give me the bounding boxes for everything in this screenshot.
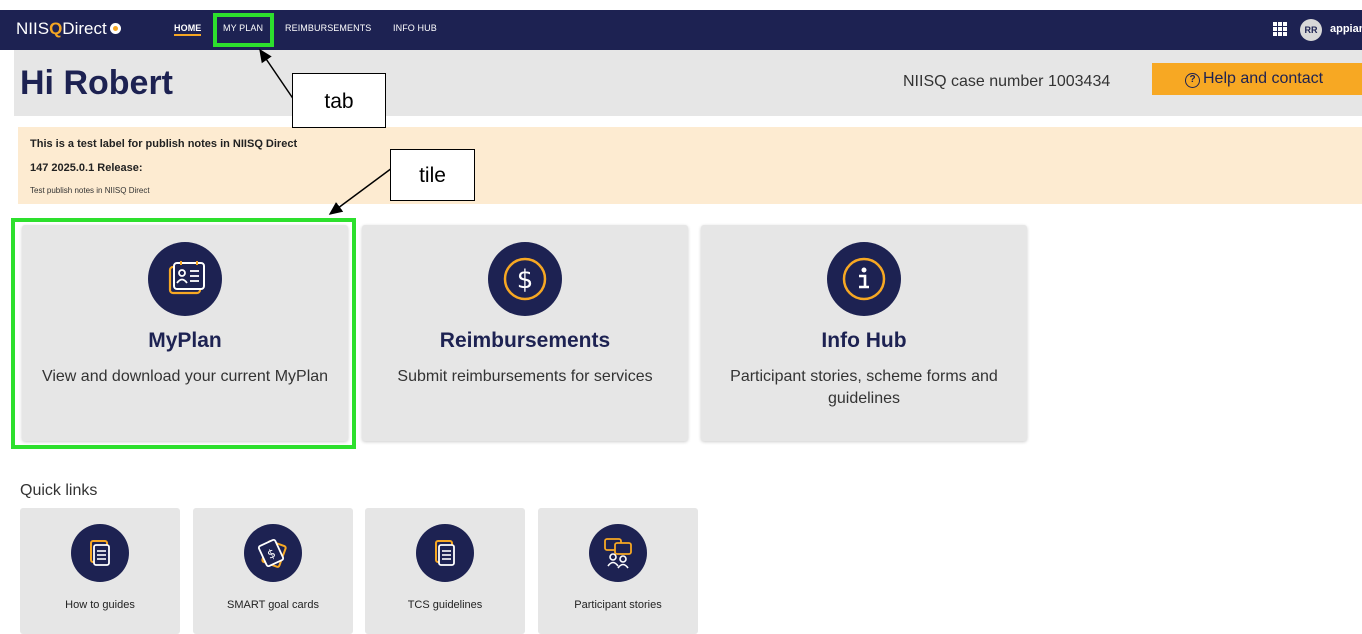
annotation-arrows	[259, 48, 393, 215]
tile-callout: tile	[390, 149, 475, 201]
tab-callout: tab	[292, 73, 386, 128]
